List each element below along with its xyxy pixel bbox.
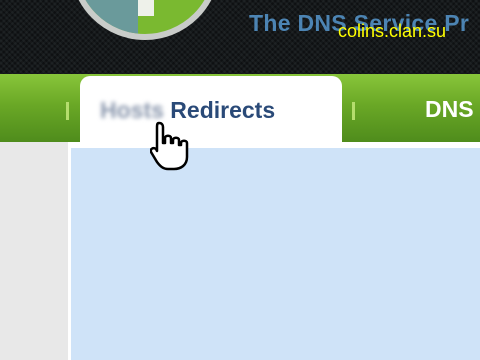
nav-separator: [66, 102, 69, 120]
content-panel: [71, 148, 480, 360]
nav-separator: [352, 102, 355, 120]
dns-logo-icon[interactable]: [70, 0, 220, 40]
tab-label-obscured: Hosts: [100, 97, 164, 123]
left-sidebar: [0, 142, 68, 360]
site-header: The DNS Service Pr colins.clan.su: [0, 0, 480, 75]
tab-hosts-redirects-label[interactable]: Hosts Redirects: [100, 97, 275, 124]
tab-dns[interactable]: DNS: [425, 96, 474, 123]
tab-label-text: Redirects: [163, 97, 276, 123]
hand-pointer-cursor-icon: [150, 121, 189, 171]
domain-watermark: colins.clan.su: [338, 21, 447, 41]
